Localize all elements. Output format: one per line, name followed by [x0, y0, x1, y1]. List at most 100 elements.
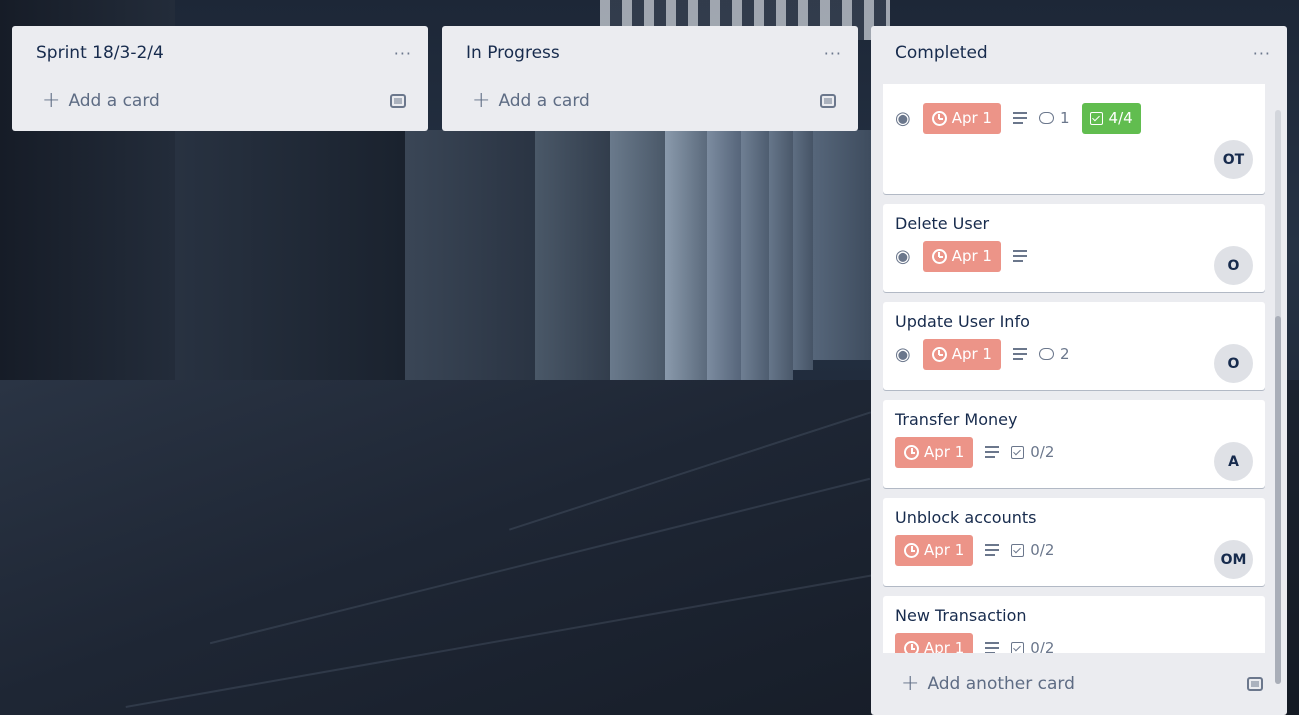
checklist-icon — [1011, 445, 1025, 459]
comment-icon — [1038, 112, 1054, 124]
list-scrollbar[interactable] — [1275, 110, 1281, 684]
clock-icon — [904, 444, 919, 460]
clock-icon — [931, 346, 947, 362]
checklist-badge: 0/2 — [1011, 639, 1054, 653]
list-title[interactable]: Completed — [895, 43, 988, 63]
add-card-row: + Add a card — [442, 80, 858, 122]
due-date-badge[interactable]: Apr 1 — [922, 102, 1001, 134]
card[interactable]: Unblock accounts Apr 1 0/2 OM — [883, 498, 1265, 586]
due-date-label: Apr 1 — [924, 541, 965, 559]
card-title: Transfer Money — [895, 410, 1018, 429]
background-pillar — [793, 130, 813, 370]
background-pillar — [741, 130, 769, 390]
card-title: Delete User — [895, 214, 990, 233]
card-badges: ◉ Apr 1 — [895, 240, 1253, 272]
list-menu-button[interactable]: ··· — [824, 44, 842, 63]
description-icon — [1012, 250, 1027, 262]
list-in-progress: In Progress ··· + Add a card — [442, 26, 858, 131]
list-header: Completed ··· — [871, 26, 1287, 80]
card-badges: Apr 1 0/2 — [895, 534, 1253, 566]
checklist-badge: 0/2 — [1011, 541, 1054, 559]
add-card-label: Add a card — [68, 91, 160, 111]
list-menu-button[interactable]: ··· — [1253, 44, 1271, 63]
member-avatar[interactable]: O — [1214, 344, 1253, 383]
plus-icon: + — [901, 671, 920, 696]
card-badges: Apr 1 0/2 — [895, 632, 1253, 653]
background-pillar — [813, 130, 871, 360]
description-icon — [985, 642, 1000, 653]
due-date-badge[interactable]: Apr 1 — [922, 338, 1001, 370]
add-card-label: Add a card — [498, 91, 590, 111]
list-sprint: Sprint 18/3-2/4 ··· + Add a card — [12, 26, 428, 131]
add-another-card-button[interactable]: + Add another card — [901, 673, 1075, 695]
clock-icon — [904, 542, 919, 558]
due-date-label: Apr 1 — [951, 247, 992, 265]
card-container: ◉ Apr 1 1 4/4 OT Delete User ◉ Apr 1 O U… — [883, 84, 1265, 653]
list-header: Sprint 18/3-2/4 ··· — [12, 26, 428, 80]
list-header: In Progress ··· — [442, 26, 858, 80]
checklist-count: 4/4 — [1108, 109, 1133, 127]
list-title[interactable]: In Progress — [466, 43, 560, 63]
eye-icon: ◉ — [895, 245, 911, 267]
eye-icon: ◉ — [895, 107, 911, 129]
comment-count: 1 — [1059, 109, 1070, 127]
clock-icon — [931, 248, 947, 264]
comment-icon — [1038, 348, 1054, 360]
comment-badge: 2 — [1038, 345, 1070, 363]
card-badges: ◉ Apr 1 1 4/4 — [895, 102, 1253, 134]
checklist-count: 0/2 — [1030, 639, 1055, 653]
card[interactable]: Transfer Money Apr 1 0/2 A — [883, 400, 1265, 488]
comment-count: 2 — [1059, 345, 1070, 363]
due-date-label: Apr 1 — [951, 109, 992, 127]
plus-icon: + — [42, 88, 61, 113]
due-date-label: Apr 1 — [924, 443, 965, 461]
checklist-icon — [1089, 111, 1103, 125]
member-avatar[interactable]: OM — [1214, 540, 1253, 579]
description-icon — [1012, 348, 1027, 360]
card[interactable]: Update User Info ◉ Apr 1 2 O — [883, 302, 1265, 390]
card-template-icon[interactable] — [820, 94, 836, 108]
due-date-badge[interactable]: Apr 1 — [922, 240, 1001, 272]
list-completed: Completed ··· ◉ Apr 1 1 4/4 OT Delete Us… — [871, 26, 1287, 715]
member-avatar[interactable]: A — [1214, 442, 1253, 481]
clock-icon — [931, 110, 947, 126]
add-card-label: Add another card — [927, 674, 1075, 694]
due-date-label: Apr 1 — [924, 639, 965, 653]
card-title: Unblock accounts — [895, 508, 1037, 527]
due-date-badge[interactable]: Apr 1 — [895, 436, 974, 468]
add-card-row: + Add another card — [871, 653, 1287, 715]
plus-icon: + — [472, 88, 491, 113]
card-template-icon[interactable] — [1247, 677, 1263, 691]
add-card-row: + Add a card — [12, 80, 428, 122]
comment-badge: 1 — [1038, 109, 1070, 127]
add-card-button[interactable]: + Add a card — [42, 90, 160, 112]
card-badges: ◉ Apr 1 2 — [895, 338, 1253, 370]
list-menu-button[interactable]: ··· — [394, 44, 412, 63]
list-title[interactable]: Sprint 18/3-2/4 — [36, 43, 164, 63]
checklist-badge: 0/2 — [1011, 443, 1054, 461]
member-avatar[interactable]: OT — [1214, 140, 1253, 179]
card-template-icon[interactable] — [390, 94, 406, 108]
due-date-badge[interactable]: Apr 1 — [895, 534, 974, 566]
scrollbar-thumb[interactable] — [1275, 316, 1281, 684]
card[interactable]: Delete User ◉ Apr 1 O — [883, 204, 1265, 292]
checklist-count: 0/2 — [1030, 443, 1055, 461]
card-badges: Apr 1 0/2 — [895, 436, 1253, 468]
background-pillar — [707, 130, 741, 410]
checklist-icon — [1011, 543, 1025, 557]
checklist-badge: 4/4 — [1081, 102, 1141, 134]
card[interactable]: ◉ Apr 1 1 4/4 OT — [883, 84, 1265, 194]
description-icon — [985, 544, 1000, 556]
add-card-button[interactable]: + Add a card — [472, 90, 590, 112]
member-avatar[interactable]: O — [1214, 246, 1253, 285]
card[interactable]: New Transaction Apr 1 0/2 — [883, 596, 1265, 653]
card-title: Update User Info — [895, 312, 1030, 331]
description-icon — [985, 446, 1000, 458]
checklist-count: 0/2 — [1030, 541, 1055, 559]
clock-icon — [904, 640, 919, 653]
card-title: New Transaction — [895, 606, 1027, 625]
due-date-badge[interactable]: Apr 1 — [895, 632, 974, 653]
eye-icon: ◉ — [895, 343, 911, 365]
due-date-label: Apr 1 — [951, 345, 992, 363]
description-icon — [1012, 112, 1027, 124]
